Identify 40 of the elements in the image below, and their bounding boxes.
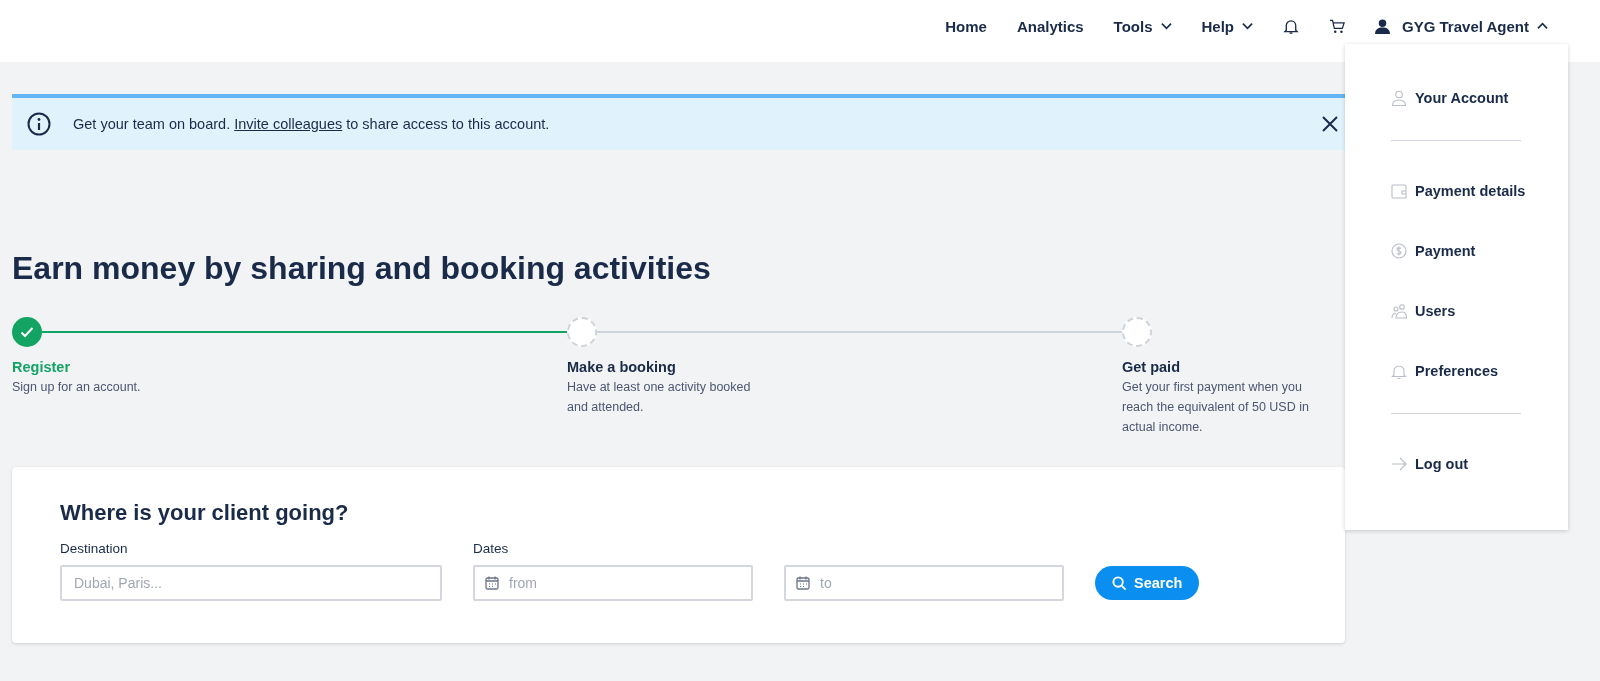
step-title: Make a booking [567,359,677,375]
users-icon [1391,303,1407,319]
nav-link[interactable]: Analytics [1016,17,1084,35]
close-icon[interactable] [1322,116,1338,132]
cart-icon[interactable] [1329,17,1345,35]
account-menu-toggle[interactable]: GYG Travel Agent [1375,17,1548,35]
step-description: Sign up for an account. [12,379,142,396]
menu-item[interactable]: Log out [1391,454,1469,474]
destination-input[interactable]: Dubai, Paris... [60,565,442,601]
step-title: Get paid [1122,359,1181,375]
invite-link[interactable]: Invite colleagues [234,116,343,132]
field-label: Destination [60,541,129,558]
person-icon [1391,90,1407,106]
user-icon [1375,18,1390,34]
search-icon [1112,575,1127,591]
menu-item[interactable]: Payment [1391,241,1476,261]
bell-icon [1391,363,1407,379]
date-to-field[interactable]: to [784,565,1064,601]
menu-item[interactable]: Payment details [1391,181,1526,201]
menu-item[interactable]: Preferences [1391,361,1499,381]
banner-text: Get your team on board. Invite colleagues to share access to this account. [73,116,551,132]
step-description: Have at least one activity booked and attended. [567,379,752,416]
menu-item[interactable]: Your Account [1391,88,1509,108]
date-from-field[interactable]: from [473,565,753,601]
bell-icon[interactable] [1283,17,1299,35]
wallet-icon [1391,183,1407,199]
nav-link[interactable]: Home [945,17,987,35]
nav-link[interactable]: Tools [1113,17,1172,35]
search-title: Where is your client going? [60,499,350,527]
calendar-icon [485,576,499,590]
calendar-icon [796,576,810,590]
dollar-icon [1391,243,1407,259]
step-title: Register [12,359,72,375]
step-description: Get your first payment when you reach the equivalent of 50 USD in actual income. [1122,379,1310,436]
menu-item[interactable]: Users [1391,301,1456,321]
page-heading: Earn money by sharing and booking activities [12,249,712,288]
arrow-icon [1391,456,1407,472]
field-label: Dates [473,541,510,558]
nav-link[interactable]: Help [1201,17,1253,35]
info-icon [27,112,51,136]
